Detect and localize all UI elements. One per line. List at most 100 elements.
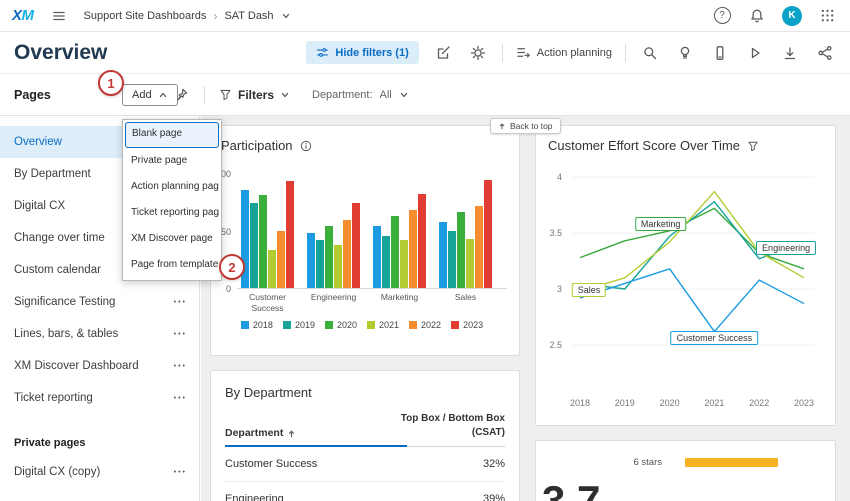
- department-filter-value[interactable]: All: [380, 89, 392, 101]
- annotation-step-1: 1: [98, 70, 124, 96]
- stars-bar: [685, 458, 778, 467]
- breadcrumb-current[interactable]: SAT Dash: [224, 10, 273, 22]
- download-icon[interactable]: [779, 42, 801, 64]
- hamburger-menu-icon[interactable]: [48, 5, 70, 27]
- legend-label: 2018: [253, 320, 273, 330]
- help-icon[interactable]: ?: [711, 5, 733, 27]
- bar-2023: [484, 180, 492, 288]
- category-label: Sales: [439, 292, 492, 313]
- toolbar-divider: [625, 44, 626, 62]
- svg-text:2021: 2021: [704, 398, 724, 408]
- item-options-icon[interactable]: •••: [174, 331, 187, 338]
- search-zoom-icon[interactable]: [639, 42, 661, 64]
- action-planning-button[interactable]: Action planning: [516, 45, 612, 60]
- dept-rows: Customer Success32%Engineering39%: [225, 447, 505, 501]
- svg-text:2018: 2018: [570, 398, 590, 408]
- menu-item-page-from-template[interactable]: Page from template: [125, 252, 219, 278]
- widget-title: Customer Effort Score Over Time: [548, 138, 740, 153]
- bar-2021: [268, 250, 276, 288]
- sidebar-item-lines-bars-tables[interactable]: Lines, bars, & tables•••: [0, 318, 199, 350]
- breadcrumb-root[interactable]: Support Site Dashboards: [84, 10, 207, 22]
- legend-item: 2020: [325, 320, 357, 330]
- lightbulb-icon[interactable]: [674, 42, 696, 64]
- item-options-icon[interactable]: •••: [174, 363, 187, 370]
- share-icon[interactable]: [814, 42, 836, 64]
- category-label: Marketing: [373, 292, 426, 313]
- play-presentation-icon[interactable]: [744, 42, 766, 64]
- filters-button[interactable]: Filters: [238, 88, 274, 102]
- bar-2023: [352, 203, 360, 288]
- svg-text:2022: 2022: [749, 398, 769, 408]
- menu-item-blank-page[interactable]: Blank page: [125, 122, 219, 148]
- menu-item-ticket-reporting-page[interactable]: Ticket reporting page: [125, 200, 219, 226]
- notifications-bell-icon[interactable]: [746, 5, 768, 27]
- menu-item-xm-discover-page[interactable]: XM Discover page: [125, 226, 219, 252]
- table-row: Customer Success32%: [225, 447, 505, 482]
- action-planning-label: Action planning: [537, 47, 612, 59]
- widget-filter-icon[interactable]: [747, 140, 759, 152]
- sidebar-item-label: Change over time: [14, 232, 105, 244]
- sidebar-item-digital-cx-copy[interactable]: Digital CX (copy)•••: [0, 456, 199, 488]
- bar-2020: [391, 216, 399, 288]
- category-label: Customer Success: [241, 292, 294, 313]
- department-column-header[interactable]: Department: [225, 427, 296, 439]
- action-planning-icon: [516, 45, 531, 60]
- sidebar-item-label: Overview: [14, 136, 62, 148]
- sort-asc-icon: [287, 429, 296, 438]
- back-to-top-button[interactable]: Back to top: [490, 118, 561, 134]
- sidebar-item-label: XM Discover Dashboard: [14, 360, 139, 372]
- chevron-down-icon[interactable]: [399, 90, 409, 100]
- stars-row: 6 stars: [548, 457, 823, 468]
- chevron-down-icon[interactable]: [280, 90, 290, 100]
- edit-pencil-icon[interactable]: [432, 42, 454, 64]
- bar-group-sales: [439, 180, 492, 288]
- stars-row-label: 6 stars: [548, 457, 662, 468]
- series-label-marketing: Marketing: [635, 217, 687, 231]
- bar-2019: [448, 231, 456, 288]
- sidebar-item-label: Ticket reporting: [14, 392, 93, 404]
- app-grid-icon[interactable]: [816, 5, 838, 27]
- arrow-up-icon: [498, 122, 506, 130]
- unpin-panel-icon[interactable]: [170, 84, 192, 106]
- sidebar-item-xm-discover-dashboard[interactable]: XM Discover Dashboard •••: [0, 350, 199, 382]
- legend-swatch: [409, 321, 417, 329]
- bar-2019: [382, 236, 390, 288]
- info-icon[interactable]: [300, 140, 312, 152]
- bar-2023: [286, 181, 294, 288]
- csat-column-header[interactable]: Top Box / Bottom Box (CSAT): [393, 412, 505, 439]
- legend-item: 2018: [241, 320, 273, 330]
- chevron-down-icon[interactable]: [281, 11, 291, 21]
- legend-swatch: [241, 321, 249, 329]
- table-header: Department Top Box / Bottom Box (CSAT): [225, 412, 505, 447]
- pages-panel-title: Pages: [14, 74, 51, 115]
- svg-text:2023: 2023: [794, 398, 814, 408]
- avatar[interactable]: K: [781, 5, 803, 27]
- participation-widget: Participation 050100 Customer SuccessEng…: [210, 125, 520, 356]
- bar-2020: [325, 226, 333, 288]
- menu-item-private-page[interactable]: Private page: [125, 148, 219, 174]
- legend-label: 2023: [463, 320, 483, 330]
- legend-swatch: [451, 321, 459, 329]
- hide-filters-button[interactable]: Hide filters (1): [306, 41, 418, 64]
- pages-filters-toolbar: Pages Add Filters Department: All: [0, 74, 850, 116]
- bar-group-engineering: [307, 203, 360, 288]
- category-label: Engineering: [307, 292, 360, 313]
- item-options-icon[interactable]: •••: [174, 395, 187, 402]
- bar-2022: [277, 231, 285, 288]
- csat-value: 32%: [483, 458, 505, 470]
- y-tick-label: 0: [210, 284, 231, 294]
- mobile-preview-icon[interactable]: [709, 42, 731, 64]
- bar-2018: [373, 226, 381, 288]
- table-row: Engineering39%: [225, 482, 505, 501]
- item-options-icon[interactable]: •••: [174, 299, 187, 306]
- sidebar-item-significance-testing[interactable]: Significance Testing•••: [0, 286, 199, 318]
- csat-stars-widget: 6 stars 3.7: [535, 440, 836, 501]
- bar-2022: [343, 220, 351, 288]
- bar-2018: [307, 233, 315, 288]
- filter-sliders-icon: [316, 46, 329, 59]
- settings-gear-icon[interactable]: [467, 42, 489, 64]
- sidebar-item-ticket-reporting[interactable]: Ticket reporting •••: [0, 382, 199, 414]
- bar-2022: [475, 206, 483, 288]
- item-options-icon[interactable]: •••: [174, 469, 187, 476]
- menu-item-action-planning-page[interactable]: Action planning page: [125, 174, 219, 200]
